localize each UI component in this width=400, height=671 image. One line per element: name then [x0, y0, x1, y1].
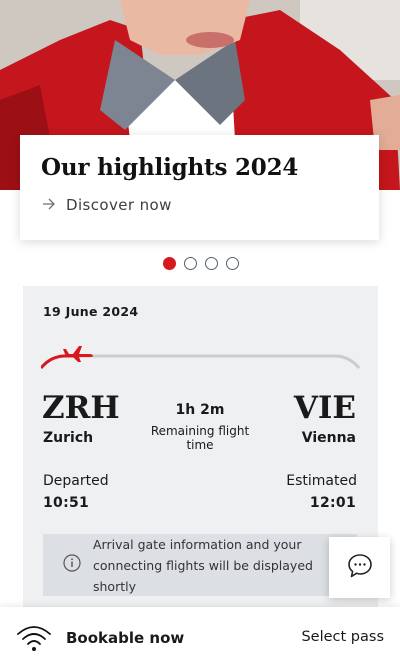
carousel-dot[interactable] [226, 257, 239, 270]
discover-now-label: Discover now [66, 195, 172, 214]
carousel-pagination [163, 257, 239, 270]
origin-city: Zurich [43, 430, 94, 446]
gate-info-line-1: Arrival gate information and your [93, 536, 302, 552]
gate-info-line-2: connecting flights will be displayed sho… [93, 557, 313, 594]
arrow-right-icon [42, 195, 56, 214]
carousel-dot[interactable] [205, 257, 218, 270]
bookable-label: Bookable now [66, 629, 185, 647]
wifi-icon [16, 624, 52, 658]
flight-status-card[interactable]: 19 June 2024 ZRH VIE Zurich Vienna 1h 2m… [23, 286, 378, 611]
origin-code: ZRH [42, 390, 120, 426]
select-pass-button[interactable]: Select pass [301, 629, 384, 645]
gate-info-notice: Arrival gate information and your connec… [43, 534, 357, 596]
destination-city: Vienna [301, 430, 356, 446]
flight-progress-track [39, 342, 361, 376]
destination-code: VIE [293, 390, 356, 426]
info-icon [63, 554, 81, 576]
bottom-bar: Bookable now Select pass [0, 607, 400, 671]
airplane-icon [63, 346, 93, 362]
chat-bubble-icon [347, 553, 373, 583]
highlights-card[interactable]: Our highlights 2024 Discover now [20, 135, 379, 240]
remaining-caption: Remaining flight time [150, 424, 250, 452]
gate-info-text: Arrival gate information and your connec… [93, 534, 347, 597]
remaining-duration: 1h 2m [175, 402, 225, 418]
carousel-dot[interactable] [163, 257, 176, 270]
arrival-time: 12:01 [309, 495, 356, 511]
highlights-title: Our highlights 2024 [41, 154, 299, 181]
arrival-status-label: Estimated [286, 473, 357, 489]
carousel-dot[interactable] [184, 257, 197, 270]
chat-button[interactable] [329, 537, 390, 598]
departure-status-label: Departed [43, 473, 109, 489]
discover-now-link[interactable]: Discover now [42, 195, 172, 214]
flight-date: 19 June 2024 [43, 304, 139, 319]
departure-time: 10:51 [43, 495, 90, 511]
